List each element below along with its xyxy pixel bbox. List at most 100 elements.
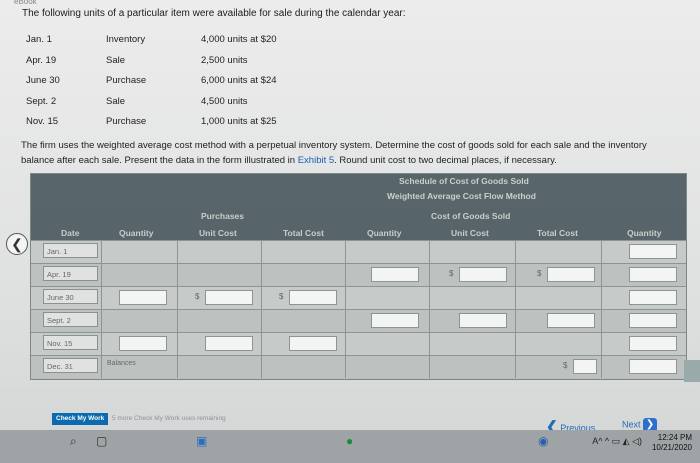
- cogs-unit-cost-input[interactable]: [459, 313, 507, 328]
- divider: [177, 333, 178, 355]
- inventory-type: Purchase: [106, 116, 147, 127]
- schedule-title-line-1: Schedule of Cost of Goods Sold: [399, 176, 529, 186]
- inventory-date: Apr. 19: [26, 54, 57, 66]
- back-chevron-icon[interactable]: ❮: [6, 233, 28, 255]
- dollar-sign: $: [537, 269, 542, 278]
- purchase-quantity-input[interactable]: [119, 336, 167, 351]
- divider: [429, 287, 430, 309]
- schedule-title: Schedule of Cost of Goods Sold Weighted …: [31, 174, 686, 208]
- cogs-unit-cost-input[interactable]: [459, 267, 507, 282]
- col-cogs-total-cost: Total Cost: [537, 228, 578, 238]
- purchase-unit-cost-input[interactable]: [205, 290, 253, 305]
- balances-label: Balances: [107, 360, 136, 367]
- divider: [601, 241, 602, 263]
- col-purchase-unit-cost: Unit Cost: [199, 228, 237, 238]
- task-view-icon[interactable]: ▢: [96, 434, 107, 448]
- divider: [177, 264, 178, 286]
- divider: [429, 356, 430, 378]
- inventory-quantity-input[interactable]: [629, 313, 677, 328]
- side-scroll-tab[interactable]: [684, 360, 700, 382]
- divider: [601, 310, 602, 332]
- divider: [345, 310, 346, 332]
- dollar-sign: $: [195, 292, 200, 301]
- divider: [345, 356, 346, 378]
- purchase-quantity-input[interactable]: [119, 290, 167, 305]
- cogs-quantity-input[interactable]: [371, 267, 419, 282]
- search-icon[interactable]: ⌕: [70, 434, 77, 449]
- col-purchase-quantity: Quantity: [119, 228, 154, 238]
- check-my-work-button[interactable]: Check My Work: [52, 413, 109, 425]
- clock[interactable]: 12:24 PM 10/21/2020: [652, 433, 692, 453]
- inventory-quantity-input[interactable]: [629, 290, 677, 305]
- col-cogs-unit-cost: Unit Cost: [451, 228, 489, 238]
- schedule-title-line-2: Weighted Average Cost Flow Method: [387, 191, 536, 201]
- purchase-unit-cost-input[interactable]: [205, 336, 253, 351]
- inventory-type: Inventory: [106, 34, 146, 45]
- instructions-text-2: . Round unit cost to two decimal places,…: [334, 155, 557, 166]
- table-row: Sept. 2: [31, 309, 686, 332]
- col-cogs-quantity: Quantity: [367, 228, 402, 238]
- divider: [101, 264, 102, 286]
- exhibit-link[interactable]: Exhibit 5: [298, 155, 334, 166]
- divider: [101, 333, 102, 355]
- row-date: Nov. 15: [43, 335, 98, 350]
- inventory-date: June 30: [26, 75, 60, 86]
- cogs-total-cost-input[interactable]: [547, 313, 595, 328]
- inventory-detail: 2,500 units: [201, 54, 248, 66]
- divider: [601, 264, 602, 286]
- divider: [177, 310, 178, 332]
- dollar-sign: $: [279, 292, 284, 301]
- col-purchase-total-cost: Total Cost: [283, 228, 324, 238]
- ebook-tab[interactable]: eBook: [14, 0, 37, 6]
- divider: [345, 241, 346, 263]
- chrome-icon[interactable]: ●: [346, 434, 353, 448]
- inventory-date: Jan. 1: [26, 34, 52, 45]
- purchase-total-cost-input[interactable]: [289, 336, 337, 351]
- taskbar: ⌕ ▢ ▣ ● ◉ A^ ^ ▭ ◭ ◁) 12:24 PM 10/21/202…: [0, 430, 700, 463]
- inventory-detail: 1,000 units at $25: [201, 116, 277, 127]
- inventory-detail: 4,000 units at $20: [201, 34, 277, 45]
- row-date: Sept. 2: [43, 312, 98, 327]
- divider: [261, 241, 262, 263]
- divider: [515, 310, 516, 332]
- inventory-quantity-input[interactable]: [629, 359, 677, 374]
- inventory-quantity-input[interactable]: [629, 336, 677, 351]
- divider: [345, 333, 346, 355]
- table-row: Jan. 1: [31, 240, 686, 263]
- divider: [601, 287, 602, 309]
- table-row: June 30 $ $: [31, 286, 686, 309]
- divider: [101, 241, 102, 263]
- divider: [429, 264, 430, 286]
- dollar-sign: $: [563, 361, 568, 370]
- inventory-quantity-input[interactable]: [629, 244, 677, 259]
- inventory-type: Sale: [106, 54, 126, 66]
- divider: [515, 333, 516, 355]
- cogs-quantity-input[interactable]: [371, 313, 419, 328]
- divider: [101, 356, 102, 378]
- table-row: Apr. 19 $ $: [31, 263, 686, 286]
- app-icon[interactable]: ▣: [196, 434, 207, 448]
- table-row: Dec. 31 Balances $: [31, 355, 686, 378]
- schedule-table: Schedule of Cost of Goods Sold Weighted …: [30, 173, 687, 380]
- purchase-total-cost-input[interactable]: [289, 290, 337, 305]
- col-inventory-quantity: Quantity: [627, 228, 662, 238]
- row-date: Apr. 19: [43, 266, 98, 281]
- group-purchases: Purchases: [201, 211, 244, 221]
- cogs-total-cost-input[interactable]: [547, 267, 595, 282]
- inventory-quantity-input[interactable]: [629, 267, 677, 282]
- inventory-type: Purchase: [106, 75, 147, 86]
- help-icon[interactable]: ◉: [538, 434, 548, 448]
- divider: [345, 264, 346, 286]
- divider: [515, 356, 516, 378]
- system-tray[interactable]: A^ ^ ▭ ◭ ◁): [592, 436, 642, 447]
- group-cogs: Cost of Goods Sold: [431, 211, 511, 221]
- col-date: Date: [61, 228, 80, 238]
- divider: [515, 264, 516, 286]
- row-date: June 30: [43, 289, 98, 304]
- divider: [261, 333, 262, 355]
- divider: [177, 241, 178, 263]
- next-label: Next: [622, 419, 641, 430]
- balance-total-cost-input[interactable]: [573, 359, 597, 374]
- table-body: Jan. 1 Apr. 19 $ $ June 30 $ $ Sept. 2 N…: [31, 240, 686, 378]
- clock-time: 12:24 PM: [657, 433, 692, 442]
